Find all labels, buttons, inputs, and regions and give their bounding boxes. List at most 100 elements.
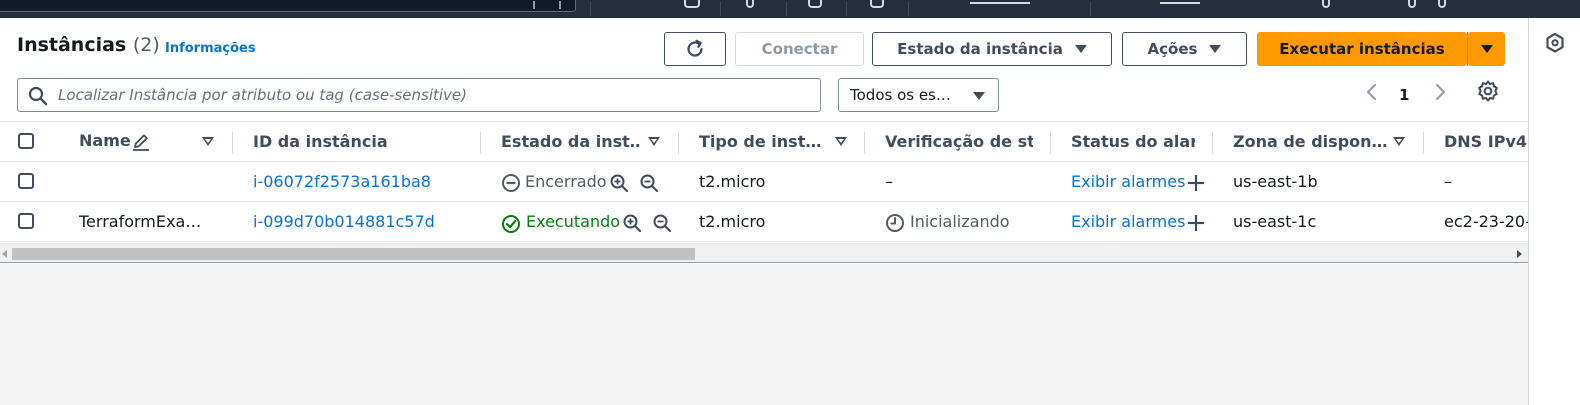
sort-icon[interactable] <box>1393 137 1405 146</box>
instance-id-link[interactable]: i-06072f2573a161ba8 <box>253 172 431 191</box>
column-resizer[interactable] <box>1050 132 1051 154</box>
gear-icon[interactable] <box>1476 79 1500 103</box>
availability-zone: us-east-1b <box>1233 172 1318 191</box>
state-filter-value: Todos os es… <box>850 86 951 104</box>
menu-icon <box>1408 0 1416 8</box>
search-field[interactable] <box>17 78 821 112</box>
region-selector[interactable] <box>970 2 1030 4</box>
stopped-status-icon <box>502 174 520 192</box>
horizontal-scrollbar[interactable] <box>0 243 1528 263</box>
launch-instances-label: Executar instâncias <box>1279 40 1445 58</box>
caret-down-icon <box>1209 45 1222 53</box>
instance-state-label: Estado da instância <box>897 40 1063 58</box>
instance-state: Encerrado <box>525 172 607 191</box>
page-title: Instâncias (2) <box>17 34 160 56</box>
column-header-instance-type[interactable]: Tipo de inst… <box>699 132 827 151</box>
zoom-out-icon[interactable] <box>639 173 659 193</box>
select-all-checkbox[interactable] <box>18 133 34 149</box>
scroll-left-arrow-icon[interactable] <box>2 250 7 258</box>
connect-button[interactable]: Conectar <box>735 32 864 66</box>
table-row[interactable]: i-06072f2573a161ba8 Encerrado t2.micro –… <box>0 162 1528 202</box>
hexagon-info-icon[interactable] <box>1545 32 1565 54</box>
column-resizer[interactable] <box>678 132 679 154</box>
next-page-icon[interactable] <box>1430 82 1450 102</box>
status-check: – <box>885 172 893 191</box>
instance-type: t2.micro <box>699 212 766 231</box>
table-row[interactable]: TerraformExa… i-099d70b014881c57d Execut… <box>0 202 1528 242</box>
column-resizer[interactable] <box>864 132 865 154</box>
actions-dropdown[interactable]: Ações <box>1122 32 1247 66</box>
column-resizer[interactable] <box>480 132 481 154</box>
add-alarm-icon[interactable] <box>1186 173 1206 193</box>
column-resizer[interactable] <box>232 132 233 154</box>
column-header-instance-id[interactable]: ID da instância <box>253 132 473 151</box>
page-title-text: Instâncias <box>17 34 127 56</box>
instance-state-dropdown[interactable]: Estado da instância <box>872 32 1112 66</box>
scroll-right-arrow-icon[interactable] <box>1517 250 1522 258</box>
launch-instances-button[interactable]: Executar instâncias <box>1257 32 1467 66</box>
user-icon <box>1438 0 1446 8</box>
zoom-out-icon[interactable] <box>652 213 672 233</box>
refresh-icon <box>687 39 703 57</box>
public-dns: – <box>1444 172 1452 191</box>
nav-separator <box>786 2 787 16</box>
row-checkbox[interactable] <box>18 173 34 189</box>
actions-label: Ações <box>1147 40 1198 58</box>
cloudshell-icon[interactable] <box>684 0 700 8</box>
shortcut-hint-icon <box>533 1 561 9</box>
column-header-alarm-status[interactable]: Status do alarm <box>1071 132 1195 151</box>
availability-zone: us-east-1c <box>1233 212 1317 231</box>
caret-down-icon <box>1480 45 1493 53</box>
account-menu[interactable] <box>1160 2 1200 4</box>
previous-page-icon[interactable] <box>1362 82 1382 102</box>
edit-pencil-icon <box>133 134 149 151</box>
launch-options-dropdown[interactable] <box>1468 32 1505 66</box>
column-resizer[interactable] <box>1423 132 1424 154</box>
refresh-button[interactable] <box>664 32 726 66</box>
instance-count: (2) <box>132 34 160 56</box>
current-page-number[interactable]: 1 <box>1399 78 1409 112</box>
column-header-name[interactable]: Name <box>79 131 131 150</box>
top-navigation-bar <box>0 0 1580 18</box>
status-check: Inicializando <box>910 212 1010 231</box>
view-alarms-link[interactable]: Exibir alarmes <box>1071 212 1185 231</box>
sort-icon[interactable] <box>835 137 847 146</box>
caret-down-icon <box>973 92 985 100</box>
instance-id-link[interactable]: i-099d70b014881c57d <box>253 212 435 231</box>
nav-separator <box>1090 2 1091 16</box>
column-header-availability-zone[interactable]: Zona de dispon… <box>1233 132 1388 151</box>
column-header-status-check[interactable]: Verificação de stat <box>885 132 1033 151</box>
table-header: Name ID da instância Estado da inst… Tip… <box>0 121 1528 162</box>
sort-icon[interactable] <box>648 137 660 146</box>
add-alarm-icon[interactable] <box>1186 213 1206 233</box>
right-side-rail <box>1528 18 1580 405</box>
info-link[interactable]: Informações <box>165 41 256 56</box>
instance-state: Executando <box>526 212 621 231</box>
nav-separator <box>846 2 847 16</box>
nav-separator <box>908 2 909 16</box>
scrollbar-thumb[interactable] <box>12 248 695 260</box>
pending-clock-icon <box>886 214 904 232</box>
search-input[interactable] <box>58 85 808 105</box>
global-search-field[interactable] <box>0 0 576 12</box>
search-icon <box>28 86 48 106</box>
help-icon[interactable] <box>808 0 822 8</box>
settings-icon[interactable] <box>870 0 884 8</box>
notifications-icon[interactable] <box>746 0 754 8</box>
zoom-in-icon[interactable] <box>609 173 629 193</box>
public-dns: ec2-23-20- <box>1444 212 1528 231</box>
row-checkbox[interactable] <box>18 213 34 229</box>
state-filter-select[interactable]: Todos os es… <box>838 78 999 112</box>
connect-button-label: Conectar <box>761 40 838 58</box>
sort-icon[interactable] <box>202 137 214 146</box>
account-icon <box>1322 0 1330 8</box>
column-header-public-dns[interactable]: DNS IPv4 p <box>1444 132 1528 151</box>
column-header-instance-state[interactable]: Estado da inst… <box>501 132 641 151</box>
running-status-icon <box>502 215 520 233</box>
zoom-in-icon[interactable] <box>622 213 642 233</box>
column-resizer[interactable] <box>1212 132 1213 154</box>
nav-separator <box>590 2 591 16</box>
view-alarms-link[interactable]: Exibir alarmes <box>1071 172 1185 191</box>
instance-type: t2.micro <box>699 172 766 191</box>
caret-down-icon <box>1074 45 1087 53</box>
